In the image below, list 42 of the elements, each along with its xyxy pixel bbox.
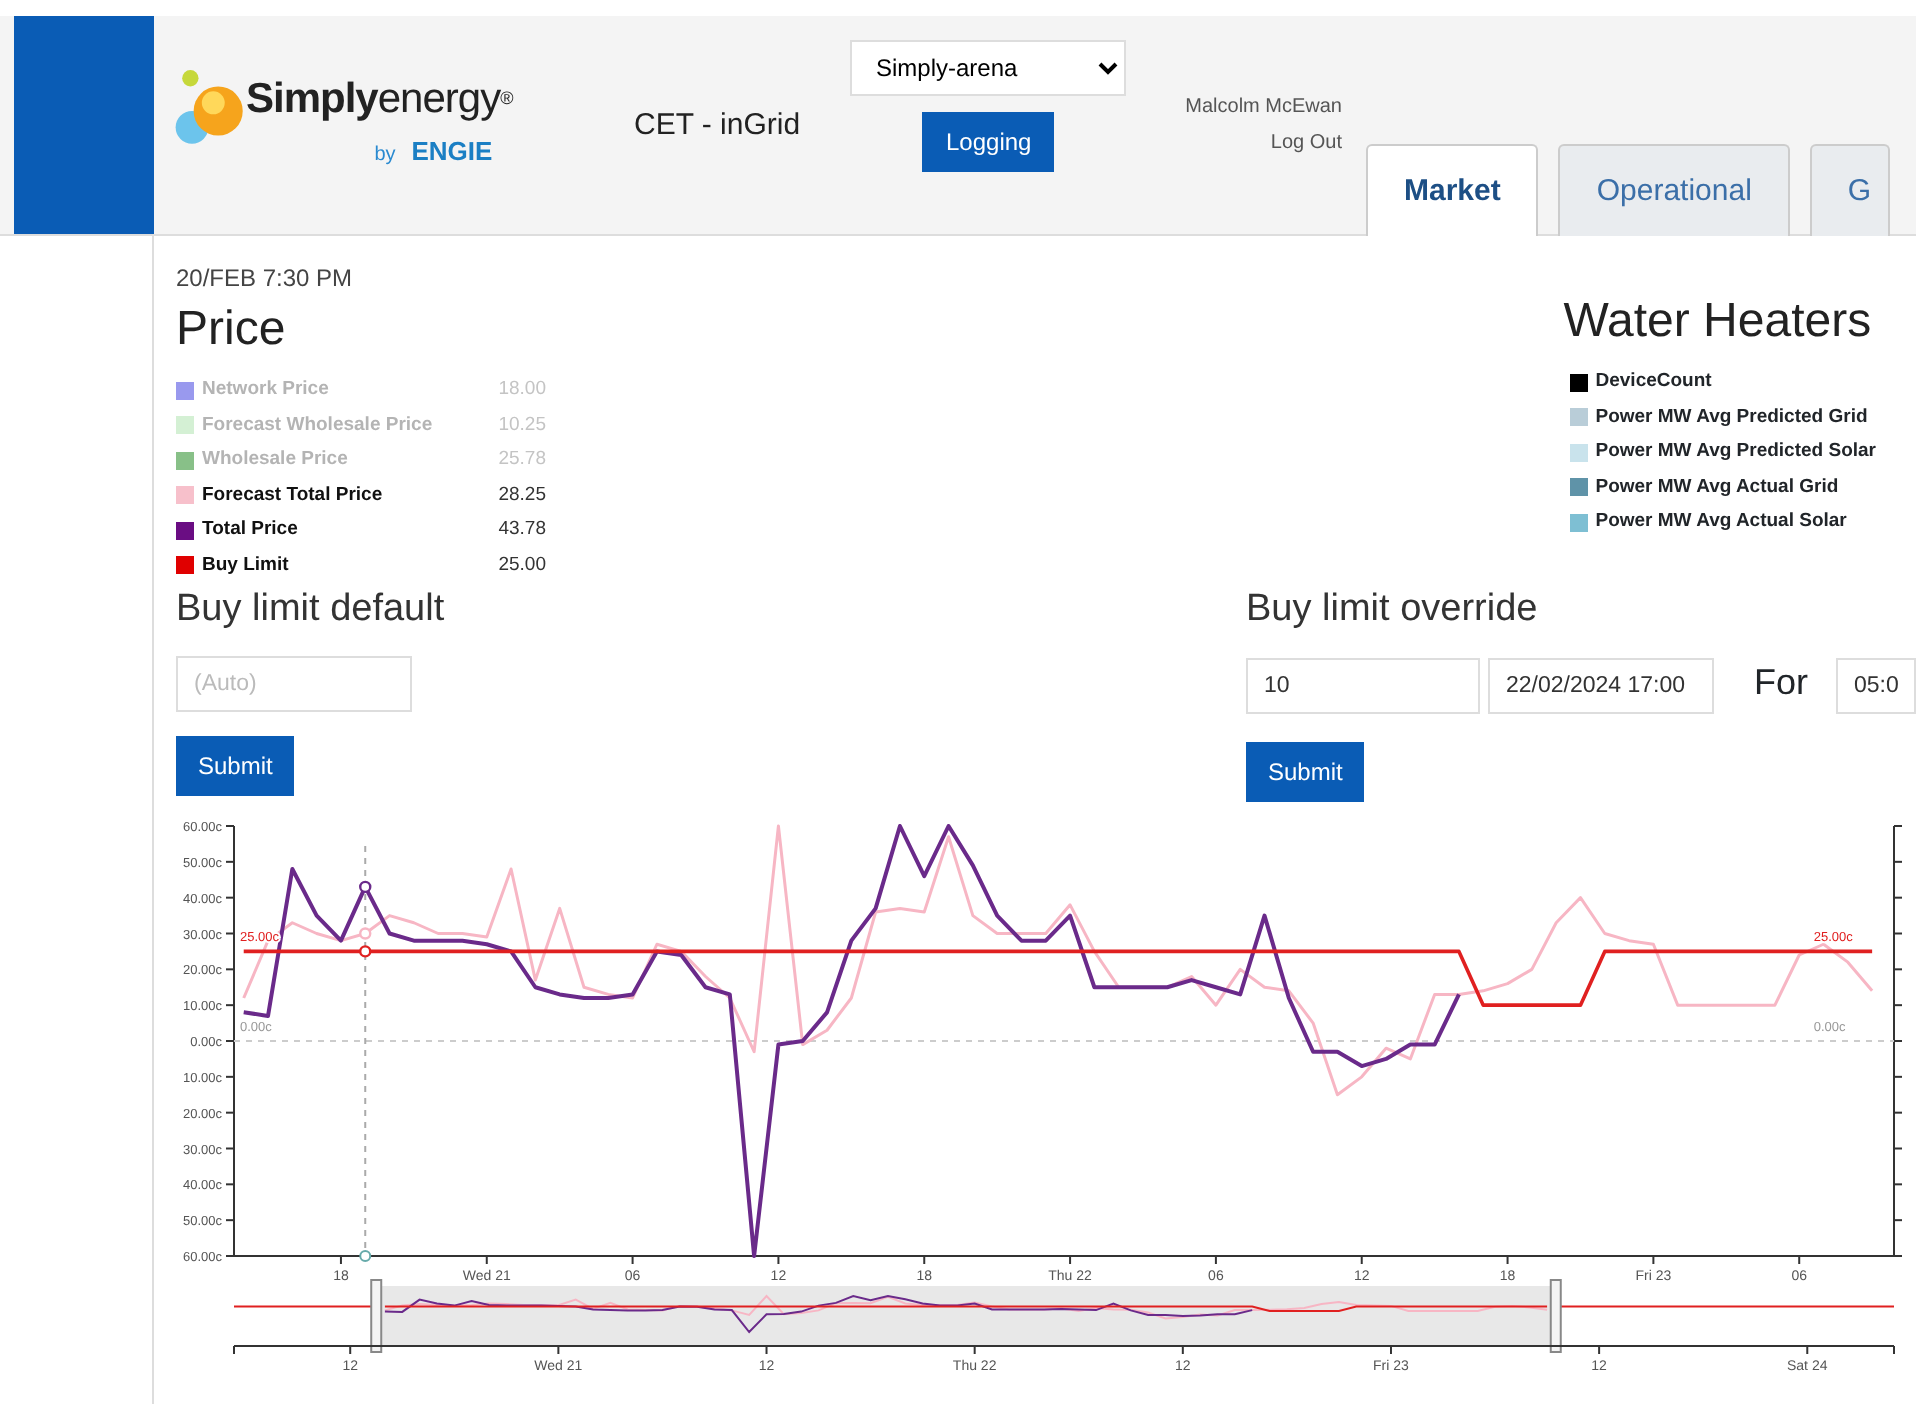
timestamp: 20/FEB 7:30 PM — [176, 262, 355, 296]
point-marker — [359, 1249, 372, 1262]
legend-label[interactable]: DeviceCount — [1595, 368, 1712, 397]
legend-value: 25.00 — [498, 551, 546, 580]
partner-name: ENGIE — [411, 133, 493, 169]
legend-label[interactable]: Power MW Avg Actual Grid — [1595, 473, 1839, 502]
submit-button[interactable]: Submit — [176, 735, 295, 796]
legend-value: 10.25 — [498, 411, 546, 440]
brand-name: Simplyenergy$^{®}$ — [246, 74, 513, 126]
legend-value: 28.25 — [498, 481, 546, 510]
point-marker — [359, 880, 372, 893]
legend-label[interactable]: Buy Limit — [202, 551, 289, 580]
limit-input[interactable]: (Auto) — [176, 655, 412, 712]
legend-label[interactable]: Power MW Avg Predicted Grid — [1595, 403, 1868, 432]
date-input[interactable]: 22/02/2024 17:00 — [1488, 658, 1714, 715]
limit-input[interactable]: 10 — [1246, 658, 1480, 715]
site-select[interactable]: Simply-arena — [850, 40, 1126, 96]
section-title: Water Heaters — [1563, 296, 1872, 349]
logging-button[interactable]: Logging — [922, 112, 1054, 172]
legend-label[interactable]: Power MW Avg Actual Solar — [1595, 508, 1847, 537]
legend-value: 43.78 — [498, 516, 546, 545]
logout-link[interactable]: Log Out — [1270, 128, 1342, 158]
tab[interactable]: G — [1809, 144, 1890, 236]
legend-label[interactable]: Total Price — [202, 516, 298, 545]
legend-value: 25.78 — [498, 446, 546, 475]
section-title: Price — [176, 304, 288, 357]
point-marker — [359, 945, 372, 958]
byline-text: by — [374, 141, 396, 169]
point-marker — [359, 927, 372, 940]
legend-value: 18.00 — [498, 376, 546, 405]
user-name: Malcolm McEwan — [1185, 94, 1342, 122]
section-title: Buy limit default — [176, 586, 445, 635]
legend-label[interactable]: Power MW Avg Predicted Solar — [1595, 438, 1876, 467]
section-title: Buy limit override — [1246, 586, 1538, 635]
duration-input[interactable]: 05:0 — [1836, 658, 1916, 715]
tab[interactable]: Market — [1366, 144, 1539, 236]
navigator-drawing[interactable] — [233, 1278, 1895, 1353]
submit-button[interactable]: Submit — [1246, 741, 1365, 802]
tab[interactable]: Operational — [1558, 144, 1790, 236]
for-label: For — [1754, 659, 1808, 706]
legend-label[interactable]: Forecast Total Price — [202, 481, 383, 510]
app-title: CET - inGrid — [634, 106, 803, 146]
